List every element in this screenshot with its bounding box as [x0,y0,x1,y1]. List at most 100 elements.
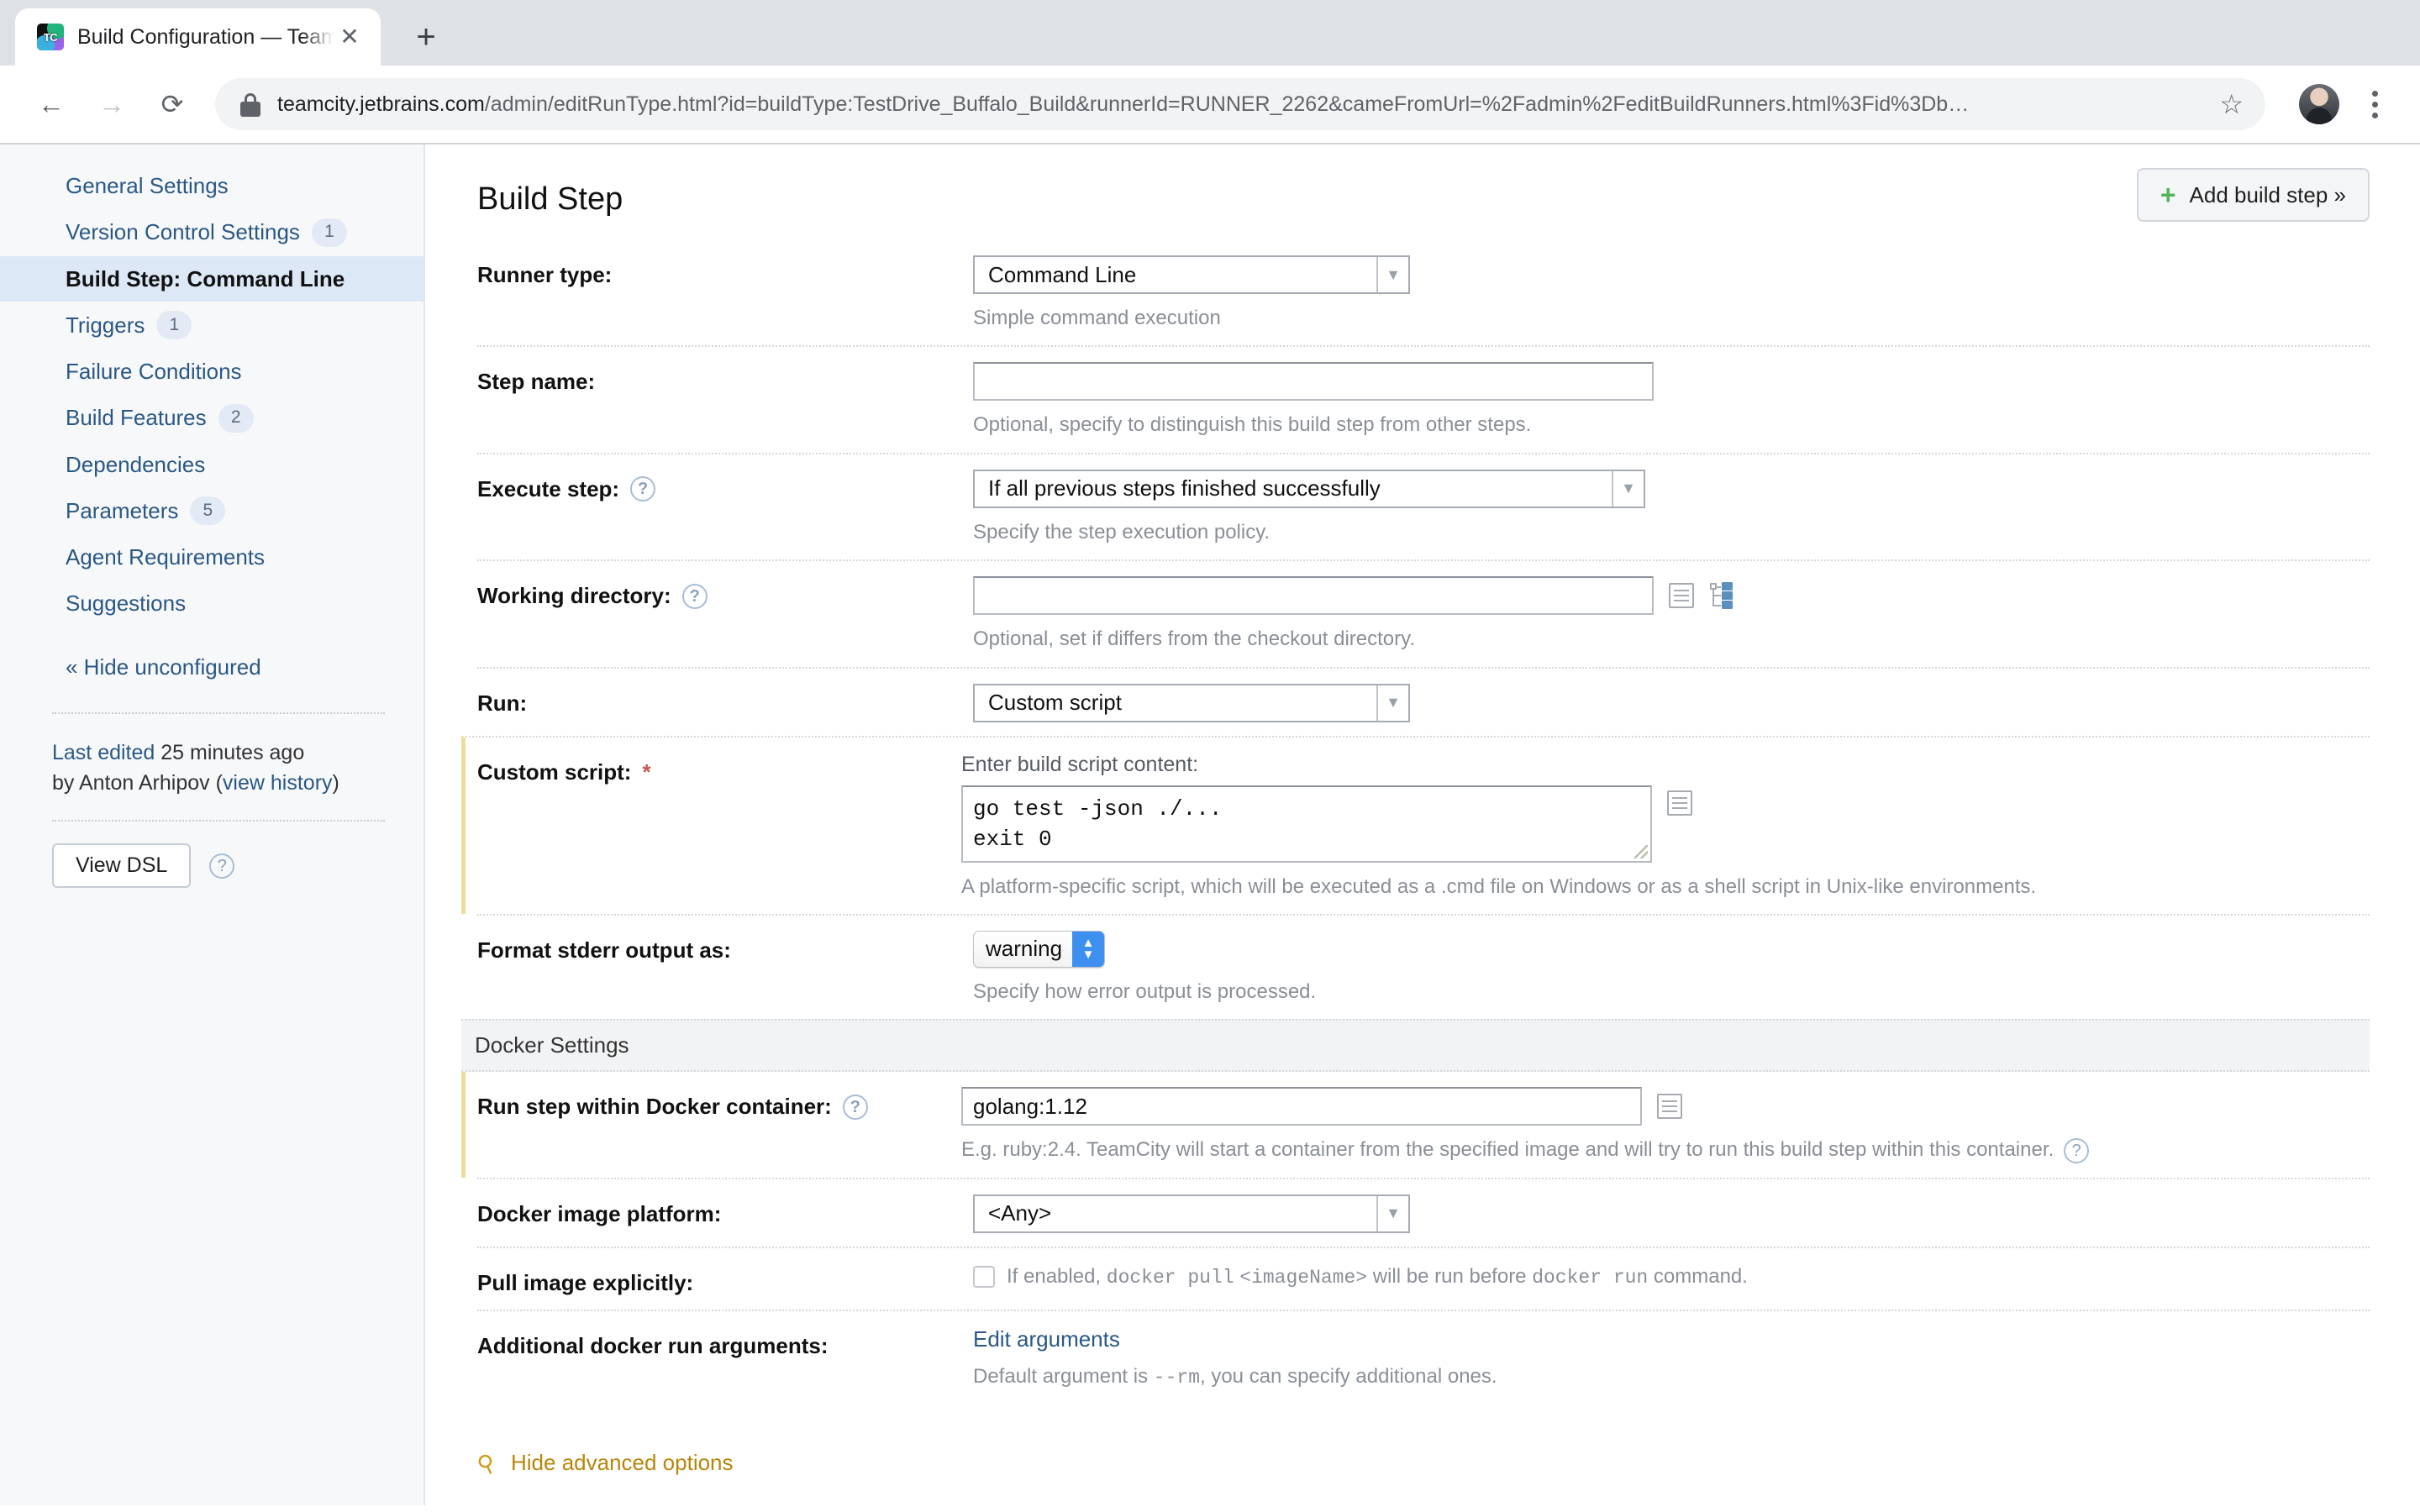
working-directory-label-text: Working directory: [477,583,671,609]
sidebar-item-parameters[interactable]: Parameters 5 [0,487,424,534]
help-icon[interactable]: ? [630,476,656,502]
tab-title: Build Configuration — TeamCity [77,24,334,49]
hide-unconfigured-link[interactable]: « Hide unconfigured [0,644,424,690]
sidebar-item-label: Version Control Settings [66,219,300,245]
docker-args-hint-pre: Default argument is [973,1364,1154,1388]
help-icon[interactable]: ? [681,583,708,609]
execute-step-select[interactable]: If all previous steps finished successfu… [973,469,1645,508]
directory-tree-icon[interactable] [1709,582,1738,610]
docker-args-label: Additional docker run arguments: [477,1332,829,1358]
sidebar-item-build-step-command-line[interactable]: Build Step: Command Line [0,255,424,302]
docker-container-label: Run step within Docker container: ? [477,1087,961,1120]
field-row-execute-step: Execute step: ? If all previous steps fi… [477,452,2370,559]
field-row-runner-type: Runner type: Command Line ▼ Simple comma… [477,250,2370,345]
sidebar-item-label: Build Features [66,405,207,431]
sidebar-item-build-features[interactable]: Build Features 2 [0,395,424,442]
hint-part-0: If enabled, [1007,1264,1107,1288]
stepper-icon: ▲ ▼ [1072,931,1105,967]
sidebar-item-failure-conditions[interactable]: Failure Conditions [0,349,424,395]
close-icon[interactable]: ✕ [334,21,366,53]
url-path: /admin/editRunType.html?id=buildType:Tes… [484,92,1970,116]
custom-script-textarea[interactable]: go test -json ./... exit 0 [961,785,1652,863]
help-icon[interactable]: ? [209,853,235,879]
sidebar-item-dependencies[interactable]: Dependencies [0,442,424,488]
docker-container-hint-wrap: E.g. ruby:2.4. TeamCity will start a con… [961,1137,2370,1163]
chrome-menu-icon[interactable] [2354,81,2395,128]
teamcity-favicon-icon: TC [37,24,64,50]
field-row-docker-container: Run step within Docker container: ? E.g.… [461,1072,2370,1178]
sidebar-badge: 5 [190,496,226,525]
format-stderr-select[interactable]: warning ▲ ▼ [973,930,1106,968]
docker-settings-section-header: Docker Settings [461,1019,2370,1073]
hide-advanced-options-toggle[interactable]: ⚲ Hide advanced options [473,1449,2370,1480]
working-directory-input[interactable] [973,576,1654,616]
settings-sidebar: General Settings Version Control Setting… [0,144,425,1505]
hint-part-1: docker pull [1106,1266,1234,1289]
sidebar-item-agent-requirements[interactable]: Agent Requirements [0,534,424,580]
sidebar-item-suggestions[interactable]: Suggestions [0,580,424,627]
docker-container-hint: E.g. ruby:2.4. TeamCity will start a con… [961,1138,2054,1162]
add-build-step-button[interactable]: + Add build step » [2136,168,2370,222]
edit-arguments-link[interactable]: Edit arguments [973,1326,1120,1352]
sidebar-item-version-control-settings[interactable]: Version Control Settings 1 [0,209,424,256]
custom-script-field: Enter build script content: go test -jso… [961,753,2370,900]
run-select[interactable]: Custom script ▼ [973,683,1410,722]
format-stderr-value: warning [986,936,1063,962]
help-icon[interactable]: ? [842,1094,868,1120]
docker-container-input[interactable] [961,1087,1642,1126]
insert-parameter-icon[interactable] [1667,790,1692,816]
execute-step-field: If all previous steps finished successfu… [973,469,2370,546]
sidebar-item-label: Build Step: Command Line [66,265,345,291]
page-body: General Settings Version Control Setting… [0,144,2420,1505]
add-build-step-label: Add build step » [2189,182,2346,207]
sidebar-item-label: Triggers [66,312,145,338]
sidebar-item-triggers[interactable]: Triggers 1 [0,302,424,349]
last-edited-link[interactable]: Last edited [52,741,155,764]
address-bar[interactable]: teamcity.jetbrains.com/admin/editRunType… [215,78,2265,130]
last-edited-time: 25 minutes ago [155,740,305,764]
format-stderr-label: Format stderr output as: [477,937,731,963]
docker-platform-select[interactable]: <Any> ▼ [973,1194,1410,1233]
step-name-input[interactable] [973,362,1654,402]
plus-icon: + [2160,180,2176,210]
view-history-link[interactable]: view history [223,771,333,795]
sidebar-badge: 1 [311,218,347,247]
main-content: Build Step + Add build step » Runner typ… [425,144,2420,1505]
insert-parameter-icon[interactable] [1669,583,1694,609]
field-row-docker-args: Additional docker run arguments: Edit ar… [477,1309,2370,1404]
sidebar-item-general-settings[interactable]: General Settings [0,163,424,209]
format-stderr-field: warning ▲ ▼ Specify how error output is p… [973,930,2370,1005]
bookmark-star-icon[interactable]: ☆ [2219,88,2244,120]
docker-args-hint: Default argument is --rm, you can specif… [973,1363,2370,1391]
new-tab-icon[interactable]: + [402,13,450,60]
view-dsl-button[interactable]: View DSL [52,843,192,888]
chevron-down-icon: ▼ [1612,470,1644,507]
hint-part-5: docker run [1532,1266,1649,1289]
avatar[interactable] [2299,84,2339,124]
browser-tab[interactable]: TC Build Configuration — TeamCity ✕ [15,8,381,66]
help-icon[interactable]: ? [2064,1137,2090,1163]
field-row-pull-image: Pull image explicitly: If enabled, docke… [477,1246,2370,1310]
chevron-down-icon: ▼ [1376,257,1408,292]
step-name-field: Optional, specify to distinguish this bu… [973,362,2370,438]
runner-type-select[interactable]: Command Line ▼ [973,255,1410,294]
hint-part-4: will be run before [1367,1264,1533,1288]
chevron-down-icon: ▼ [1376,685,1408,721]
field-row-custom-script: Custom script: * Enter build script cont… [461,735,2370,914]
pull-image-checkbox[interactable] [973,1266,995,1289]
hide-advanced-options-label: Hide advanced options [511,1449,734,1475]
docker-args-field: Edit arguments Default argument is --rm,… [973,1326,2370,1391]
sidebar-item-label: Agent Requirements [66,544,266,570]
forward-icon[interactable]: → [86,78,138,130]
reload-icon[interactable]: ⟳ [146,78,198,130]
runner-type-field: Command Line ▼ Simple command execution [973,255,2370,332]
sidebar-badge: 1 [156,311,192,339]
working-directory-label: Working directory: ? [477,576,973,609]
insert-parameter-icon[interactable] [1657,1094,1682,1120]
run-field: Custom script ▼ [973,683,2370,722]
hide-unconfigured-label: « Hide unconfigured [66,654,261,680]
docker-platform-value: <Any> [988,1200,1052,1226]
lock-icon [240,92,260,117]
back-icon[interactable]: ← [25,78,77,130]
resize-handle[interactable] [1634,844,1648,858]
